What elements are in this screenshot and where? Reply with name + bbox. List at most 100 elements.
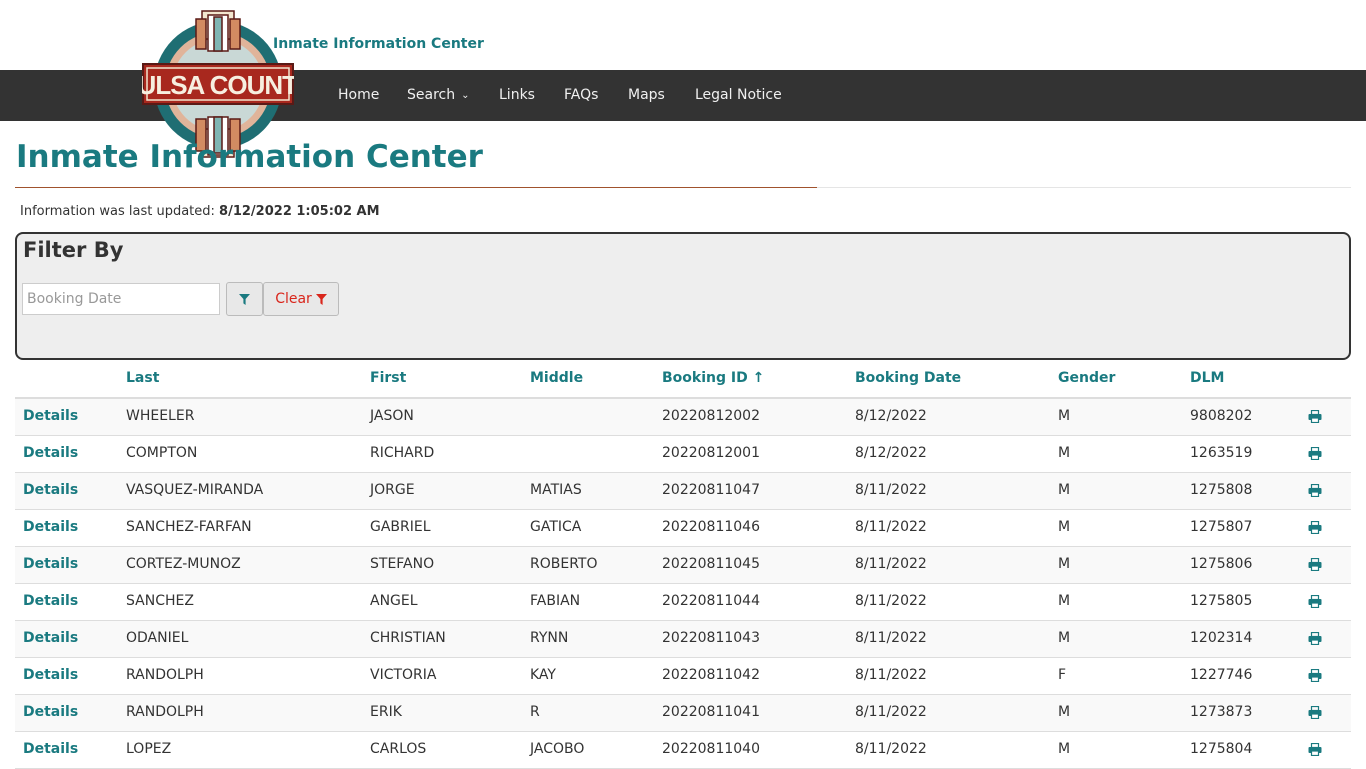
details-link[interactable]: Details [23,482,78,498]
details-link[interactable]: Details [23,408,78,424]
cell-dlm: 1275806 [1190,556,1253,572]
cell-gender: M [1058,630,1071,646]
cell-last: ODANIEL [126,630,189,646]
table-row: Details SANCHEZ-FARFAN GABRIEL GATICA 20… [15,510,1351,547]
cell-first: JASON [370,408,414,424]
cell-dlm: 1275805 [1190,593,1253,609]
title-divider-light [817,187,1351,188]
cell-booking-date: 8/11/2022 [855,519,927,535]
chevron-down-icon: ⌄ [461,90,470,101]
cell-first: CARLOS [370,741,427,757]
cell-gender: M [1058,408,1071,424]
column-header-gender[interactable]: Gender [1058,370,1115,386]
cell-middle: GATICA [530,519,582,535]
column-header-first[interactable]: First [370,370,406,386]
cell-first: VICTORIA [370,667,437,683]
cell-middle: ROBERTO [530,556,598,572]
cell-last: RANDOLPH [126,667,204,683]
cell-dlm: 1275808 [1190,482,1253,498]
logo-text: TULSA COUNTY [142,70,294,100]
cell-first: GABRIEL [370,519,431,535]
cell-booking-date: 8/11/2022 [855,741,927,757]
nav-maps[interactable]: Maps [628,87,665,103]
cell-first: ERIK [370,704,402,720]
cell-middle: R [530,704,540,720]
cell-middle: RYNN [530,630,569,646]
details-link[interactable]: Details [23,704,78,720]
apply-filter-button[interactable] [226,282,263,316]
table-header: Last First Middle Booking ID ↑ Booking D… [15,360,1351,399]
cell-last: WHEELER [126,408,195,424]
table-row: Details RANDOLPH VICTORIA KAY 2022081104… [15,658,1351,695]
cell-last: LOPEZ [126,741,172,757]
details-link[interactable]: Details [23,630,78,646]
column-header-booking-id[interactable]: Booking ID ↑ [662,370,764,386]
site-title[interactable]: Inmate Information Center [273,36,484,52]
cell-booking-id: 20220811042 [662,667,760,683]
print-icon[interactable] [1308,669,1322,682]
cell-booking-date: 8/12/2022 [855,408,927,424]
details-link[interactable]: Details [23,741,78,757]
table-row: Details ODANIEL CHRISTIAN RYNN 202208110… [15,621,1351,658]
last-updated-label: Information was last updated: [20,204,215,219]
print-icon[interactable] [1308,447,1322,460]
cell-booking-date: 8/11/2022 [855,593,927,609]
filter-icon [239,293,250,305]
cell-booking-date: 8/11/2022 [855,667,927,683]
details-link[interactable]: Details [23,519,78,535]
clear-filter-button[interactable]: Clear [263,282,339,316]
cell-booking-id: 20220811040 [662,741,760,757]
nav-legal-notice[interactable]: Legal Notice [695,87,782,103]
print-icon[interactable] [1308,706,1322,719]
cell-booking-id: 20220811046 [662,519,760,535]
print-icon[interactable] [1308,743,1322,756]
nav-home[interactable]: Home [338,87,379,103]
cell-gender: M [1058,445,1071,461]
last-updated: Information was last updated: 8/12/2022 … [20,204,380,219]
table-row: Details WHEELER JASON 20220812002 8/12/2… [15,399,1351,436]
cell-booking-id: 20220811045 [662,556,760,572]
cell-gender: F [1058,667,1067,683]
cell-booking-id: 20220811047 [662,482,760,498]
nav-links[interactable]: Links [499,87,535,103]
print-icon[interactable] [1308,410,1322,423]
cell-booking-date: 8/11/2022 [855,630,927,646]
cell-dlm: 1275804 [1190,741,1253,757]
booking-date-input[interactable] [22,283,220,315]
cell-dlm: 1202314 [1190,630,1253,646]
nav-faqs[interactable]: FAQs [564,87,598,103]
cell-gender: M [1058,593,1071,609]
table-row: Details COMPTON RICHARD 20220812001 8/12… [15,436,1351,473]
table-row: Details RANDOLPH ERIK R 20220811041 8/11… [15,695,1351,732]
nav-search[interactable]: Search ⌄ [407,87,470,103]
print-icon[interactable] [1308,484,1322,497]
page-title: Inmate Information Center [16,139,483,175]
cell-booking-date: 8/11/2022 [855,704,927,720]
column-header-booking-date[interactable]: Booking Date [855,370,961,386]
cell-dlm: 1227746 [1190,667,1253,683]
cell-booking-id: 20220811043 [662,630,760,646]
cell-gender: M [1058,556,1071,572]
cell-gender: M [1058,519,1071,535]
cell-dlm: 1273873 [1190,704,1253,720]
column-header-dlm[interactable]: DLM [1190,370,1224,386]
inmate-table: Last First Middle Booking ID ↑ Booking D… [15,360,1351,769]
column-header-last[interactable]: Last [126,370,159,386]
print-icon[interactable] [1308,521,1322,534]
details-link[interactable]: Details [23,667,78,683]
print-icon[interactable] [1308,632,1322,645]
print-icon[interactable] [1308,558,1322,571]
details-link[interactable]: Details [23,593,78,609]
print-icon[interactable] [1308,595,1322,608]
details-link[interactable]: Details [23,556,78,572]
cell-first: RICHARD [370,445,435,461]
cell-dlm: 1263519 [1190,445,1253,461]
column-header-middle[interactable]: Middle [530,370,583,386]
cell-first: CHRISTIAN [370,630,446,646]
cell-first: ANGEL [370,593,418,609]
cell-last: SANCHEZ [126,593,194,609]
details-link[interactable]: Details [23,445,78,461]
cell-booking-id: 20220811041 [662,704,760,720]
cell-last: SANCHEZ-FARFAN [126,519,252,535]
cell-booking-date: 8/11/2022 [855,482,927,498]
